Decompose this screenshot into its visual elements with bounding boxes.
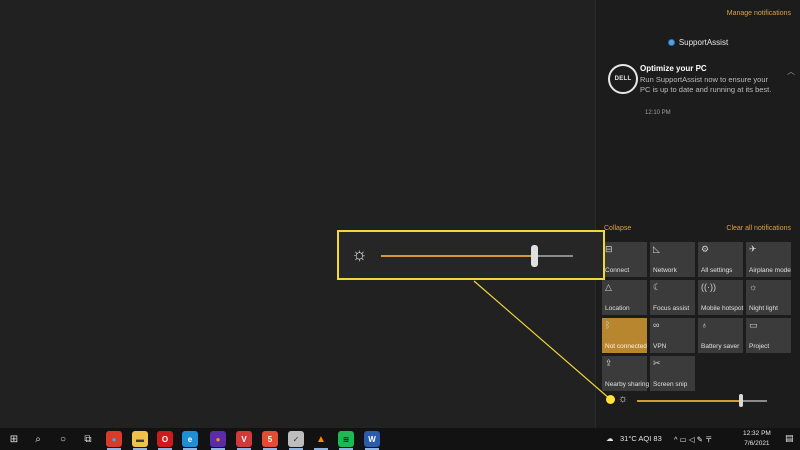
quick-action-location[interactable]: △ Location [602,280,647,315]
brightness-thumb[interactable] [739,394,743,407]
taskbar: ☁ 31°C AQI 83 ^ ▭ ◁ ✎ 〒 12:32 PM 7/6/202… [0,428,800,450]
desktop [0,0,595,428]
check-app-icon[interactable]: ✓ [288,431,304,447]
spotify-icon[interactable]: ≋ [338,431,354,447]
tile-label: Project [749,343,770,350]
battery-saver-icon: ♁ [701,320,708,330]
tile-label: Screen snip [653,381,688,388]
callout-dot [606,395,615,404]
quick-action-vpn[interactable]: ∞ VPN [650,318,695,353]
tile-label: Location [605,305,630,312]
word-icon[interactable]: W [364,431,380,447]
quick-action-screen-snip[interactable]: ✂ Screen snip [650,356,695,391]
sun-icon: ☼ [351,244,368,264]
tile-label: Network [653,267,677,274]
quick-action-night-light[interactable]: ☼ Night light [746,280,791,315]
nearby-sharing-icon: ⇪ [605,358,613,368]
moon-icon: ☾ [653,282,662,292]
chevron-up-icon[interactable]: ︿ [787,66,795,77]
quick-action-connect[interactable]: ⊟ Connect [602,242,647,277]
firefox-icon[interactable]: ● [210,431,226,447]
tile-label: Focus assist [653,305,690,312]
tile-label: Night light [749,305,778,312]
clear-all-notifications-link[interactable]: Clear all notifications [726,225,791,232]
tray-icons[interactable]: ^ ▭ ◁ ✎ 〒 [674,434,713,445]
notification-time: 12:10 PM [645,110,671,116]
tile-label: Connect [605,267,630,274]
quick-action-not-connected[interactable]: ᛒ Not connected [602,318,647,353]
tile-label: Airplane mode [749,267,791,274]
weather-icon[interactable]: ☁ [606,434,614,443]
night-light-icon: ☼ [749,282,758,292]
brightness-track-fill [637,400,741,402]
network-icon: ◺ [653,244,660,254]
search-icon[interactable]: ⌕ [30,431,46,447]
dell-logo: DELL [608,64,638,94]
clock-date: 7/6/2021 [744,440,770,447]
tile-label: Mobile hotspot [701,305,744,312]
manage-notifications-link[interactable]: Manage notifications [727,10,791,17]
zoom-brightness-track [534,255,573,257]
quick-action-airplane-mode[interactable]: ✈ Airplane mode [746,242,791,277]
brightness-track [741,400,767,402]
vpn-icon: ∞ [653,320,660,330]
bluetooth-icon: ᛒ [605,320,611,330]
quick-action-mobile-hotspot[interactable]: ((·)) Mobile hotspot [698,280,743,315]
supportassist-icon [667,39,675,46]
quick-action-project[interactable]: ▭ Project [746,318,791,353]
brightness-slider[interactable]: ☼ [618,392,768,408]
screen-snip-icon: ✂ [653,358,661,368]
clock[interactable]: 12:32 PM 7/6/2021 [743,429,771,449]
quick-action-network[interactable]: ◺ Network [650,242,695,277]
hotspot-icon: ((·)) [701,282,716,292]
edge-icon[interactable]: e [182,431,198,447]
connect-icon: ⊟ [605,244,613,254]
notification-icon[interactable]: ▤ [785,433,794,444]
quick-action-focus-assist[interactable]: ☾ Focus assist [650,280,695,315]
clock-time: 12:32 PM [743,430,771,437]
zoom-brightness-track-fill [381,255,535,257]
brightness-zoom-callout: ☼ [337,230,605,280]
vlc-icon[interactable]: ▲ [313,431,329,447]
quick-action-battery-saver[interactable]: ♁ Battery saver [698,318,743,353]
tile-label: All settings [701,267,733,274]
notification-card[interactable]: DELL Optimize your PC Run SupportAssist … [606,62,795,122]
notification-body: Run SupportAssist now to ensure your PC … [640,75,772,94]
gear-icon: ⚙ [701,244,710,254]
task-view-icon[interactable]: ⧉ [80,431,96,447]
tile-label: Not connected [605,343,647,350]
folder-icon[interactable]: ▬ [132,431,148,447]
quick-actions-grid: ⊟ Connect ◺ Network ⚙ All settings ✈ Airplane m… [602,242,794,391]
weather-text[interactable]: 31°C AQI 83 [620,434,662,443]
vivaldi-icon[interactable]: V [236,431,252,447]
opera-icon[interactable]: O [157,431,173,447]
chrome-icon[interactable]: ● [106,431,122,447]
location-icon: △ [605,282,612,292]
airplane-icon: ✈ [749,244,757,254]
notification-title: Optimize your PC [640,64,707,73]
cortana-icon[interactable]: ○ [55,431,71,447]
quick-action-nearby-sharing[interactable]: ⇪ Nearby sharing [602,356,650,391]
notification-app-header: SupportAssist [596,38,800,47]
app-name: SupportAssist [678,38,729,47]
project-icon: ▭ [749,320,758,330]
app-5-icon[interactable]: 5 [262,431,278,447]
collapse-link[interactable]: Collapse [604,225,631,232]
windows-icon[interactable]: ⊞ [6,431,22,447]
sun-icon: ☼ [618,393,629,405]
tile-label: VPN [653,343,667,350]
tile-label: Nearby sharing [605,381,650,388]
zoom-brightness-thumb [531,245,539,267]
quick-action-all-settings[interactable]: ⚙ All settings [698,242,743,277]
tile-label: Battery saver [701,343,740,350]
